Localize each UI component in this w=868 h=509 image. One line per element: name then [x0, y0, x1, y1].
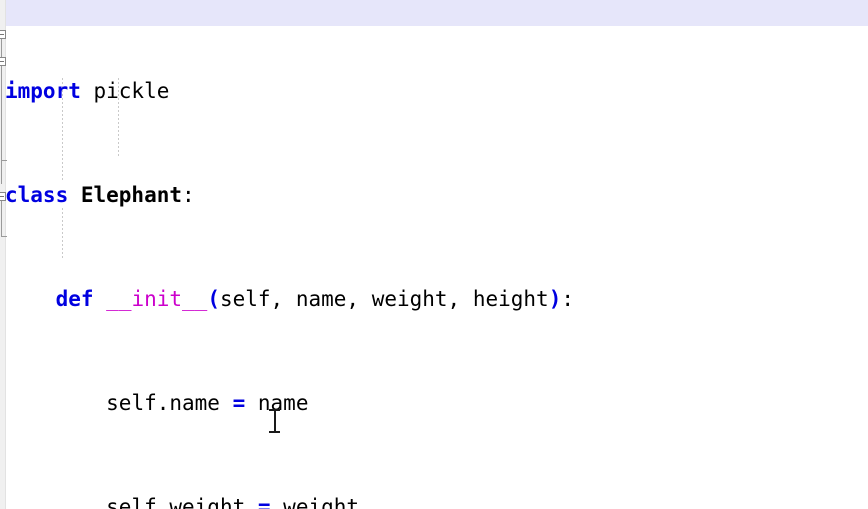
- code-line-3[interactable]: def __init__(self, name, weight, height)…: [0, 286, 868, 312]
- attr-self-weight: self.weight: [106, 495, 246, 509]
- fold-marker-tiaoxi[interactable]: [0, 192, 6, 201]
- fold-region-line-init: [1, 66, 2, 160]
- keyword-import: import: [5, 79, 81, 103]
- keyword-def: def: [55, 287, 94, 311]
- assign-operator: =: [219, 391, 258, 415]
- code-editor[interactable]: import pickle class Elephant: def __init…: [0, 0, 868, 509]
- code-line-4[interactable]: self.name = name: [0, 390, 868, 416]
- class-name-elephant: Elephant: [68, 183, 183, 207]
- code-line-1[interactable]: import pickle: [0, 78, 868, 104]
- text-ibeam-cursor: [269, 409, 280, 433]
- fold-region-end-init: [1, 160, 7, 161]
- module-name-pickle: pickle: [80, 79, 170, 103]
- value-name: name: [257, 391, 309, 415]
- fold-region-line-tiaoxi: [1, 201, 2, 236]
- fold-region-end-tiaoxi: [1, 236, 7, 237]
- paren-close: ): [548, 287, 562, 311]
- value-weight: weight: [283, 495, 360, 509]
- keyword-class: class: [5, 183, 69, 207]
- attr-self-name: self.name: [106, 391, 220, 415]
- code-line-5[interactable]: self.weight = weight: [0, 494, 868, 509]
- function-name-init: __init__: [106, 287, 208, 311]
- colon: :: [561, 287, 575, 311]
- assign-operator: =: [245, 495, 284, 509]
- colon: :: [182, 183, 195, 207]
- paren-open: (: [207, 287, 220, 311]
- fold-marker-class[interactable]: [0, 30, 6, 39]
- init-params: self, name, weight, height: [219, 287, 549, 311]
- code-content[interactable]: import pickle class Elephant: def __init…: [0, 0, 868, 509]
- fold-marker-init[interactable]: [0, 57, 6, 66]
- code-line-2[interactable]: class Elephant:: [0, 182, 868, 208]
